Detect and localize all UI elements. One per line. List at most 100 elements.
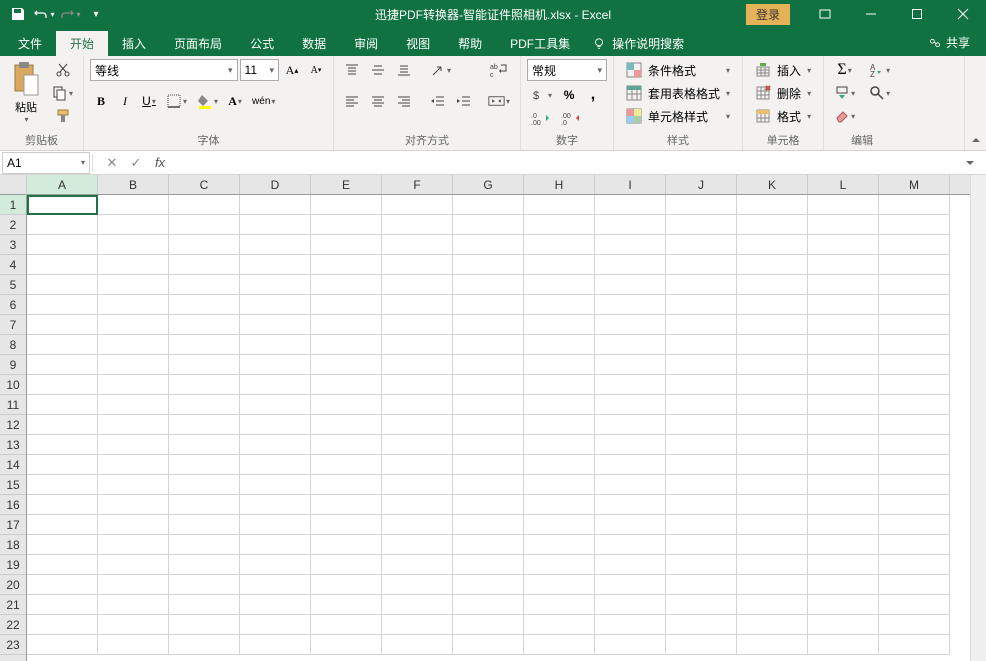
insert-cells-button[interactable]: 插入▾ xyxy=(749,59,817,81)
cell[interactable] xyxy=(879,275,950,295)
cell[interactable] xyxy=(169,415,240,435)
increase-decimal-button[interactable]: .0.00 xyxy=(527,107,555,129)
cell[interactable] xyxy=(737,495,808,515)
cell[interactable] xyxy=(808,335,879,355)
format-painter-button[interactable] xyxy=(48,105,77,127)
clear-button[interactable]: ▾ xyxy=(830,105,859,127)
cell[interactable] xyxy=(879,335,950,355)
cell[interactable] xyxy=(595,455,666,475)
tab-view[interactable]: 视图 xyxy=(392,31,444,56)
cell[interactable] xyxy=(524,635,595,655)
cell[interactable] xyxy=(737,535,808,555)
cell[interactable] xyxy=(879,635,950,655)
cell[interactable] xyxy=(240,395,311,415)
cell[interactable] xyxy=(98,295,169,315)
tab-insert[interactable]: 插入 xyxy=(108,31,160,56)
font-color-button[interactable]: A▾ xyxy=(224,90,246,112)
cell[interactable] xyxy=(666,335,737,355)
tab-pdf-tools[interactable]: PDF工具集 xyxy=(496,31,584,56)
cell[interactable] xyxy=(808,275,879,295)
column-header[interactable]: K xyxy=(737,175,808,194)
collapse-ribbon-button[interactable] xyxy=(964,56,986,150)
phonetic-button[interactable]: wén▾ xyxy=(248,90,279,112)
cell[interactable] xyxy=(808,555,879,575)
cell[interactable] xyxy=(98,475,169,495)
cell[interactable] xyxy=(879,455,950,475)
row-header[interactable]: 20 xyxy=(0,575,26,595)
cell[interactable] xyxy=(27,375,98,395)
row-header[interactable]: 4 xyxy=(0,255,26,275)
cell[interactable] xyxy=(879,195,950,215)
cell[interactable] xyxy=(524,275,595,295)
cell[interactable] xyxy=(27,515,98,535)
cell[interactable] xyxy=(382,375,453,395)
cell[interactable] xyxy=(808,635,879,655)
cell[interactable] xyxy=(240,215,311,235)
cell[interactable] xyxy=(382,295,453,315)
row-header[interactable]: 17 xyxy=(0,515,26,535)
cell[interactable] xyxy=(524,235,595,255)
signin-button[interactable]: 登录 xyxy=(746,4,790,25)
tab-formula[interactable]: 公式 xyxy=(236,31,288,56)
autosum-button[interactable]: Σ▾ xyxy=(830,59,859,81)
column-header[interactable]: E xyxy=(311,175,382,194)
cell[interactable] xyxy=(382,495,453,515)
decrease-indent-button[interactable] xyxy=(426,90,450,112)
cell[interactable] xyxy=(595,595,666,615)
cell[interactable] xyxy=(382,435,453,455)
cell[interactable] xyxy=(453,275,524,295)
cell[interactable] xyxy=(311,455,382,475)
cell[interactable] xyxy=(169,255,240,275)
cell[interactable] xyxy=(382,215,453,235)
cell[interactable] xyxy=(666,415,737,435)
cell[interactable] xyxy=(808,535,879,555)
column-header[interactable]: C xyxy=(169,175,240,194)
row-header[interactable]: 15 xyxy=(0,475,26,495)
cell[interactable] xyxy=(595,475,666,495)
cell[interactable] xyxy=(595,295,666,315)
cell[interactable] xyxy=(169,195,240,215)
cell[interactable] xyxy=(453,535,524,555)
undo-button[interactable]: ▾ xyxy=(32,2,56,26)
cell[interactable] xyxy=(879,475,950,495)
cell[interactable] xyxy=(879,355,950,375)
cell[interactable] xyxy=(240,295,311,315)
cell[interactable] xyxy=(666,515,737,535)
cell[interactable] xyxy=(311,435,382,455)
cell[interactable] xyxy=(524,355,595,375)
cell[interactable] xyxy=(666,555,737,575)
cell[interactable] xyxy=(27,395,98,415)
cell[interactable] xyxy=(595,495,666,515)
cell[interactable] xyxy=(666,235,737,255)
cell[interactable] xyxy=(595,435,666,455)
cell[interactable] xyxy=(169,575,240,595)
cell[interactable] xyxy=(453,475,524,495)
cell[interactable] xyxy=(595,195,666,215)
column-header[interactable]: L xyxy=(808,175,879,194)
cell[interactable] xyxy=(737,515,808,535)
cell[interactable] xyxy=(98,315,169,335)
cell[interactable] xyxy=(311,495,382,515)
expand-formula-bar-button[interactable] xyxy=(964,157,986,169)
cell[interactable] xyxy=(453,595,524,615)
cell[interactable] xyxy=(666,355,737,375)
cell[interactable] xyxy=(666,455,737,475)
cell[interactable] xyxy=(169,515,240,535)
cell[interactable] xyxy=(666,435,737,455)
cell[interactable] xyxy=(98,455,169,475)
cell[interactable] xyxy=(666,395,737,415)
cell[interactable] xyxy=(169,315,240,335)
cell[interactable] xyxy=(169,435,240,455)
cell[interactable] xyxy=(595,235,666,255)
cell[interactable] xyxy=(169,375,240,395)
cell[interactable] xyxy=(737,575,808,595)
cell[interactable] xyxy=(27,475,98,495)
cell[interactable] xyxy=(453,515,524,535)
delete-cells-button[interactable]: 删除▾ xyxy=(749,82,817,104)
cell[interactable] xyxy=(382,475,453,495)
cell[interactable] xyxy=(169,235,240,255)
cell[interactable] xyxy=(169,455,240,475)
cell[interactable] xyxy=(169,475,240,495)
cell[interactable] xyxy=(524,595,595,615)
cell[interactable] xyxy=(666,275,737,295)
